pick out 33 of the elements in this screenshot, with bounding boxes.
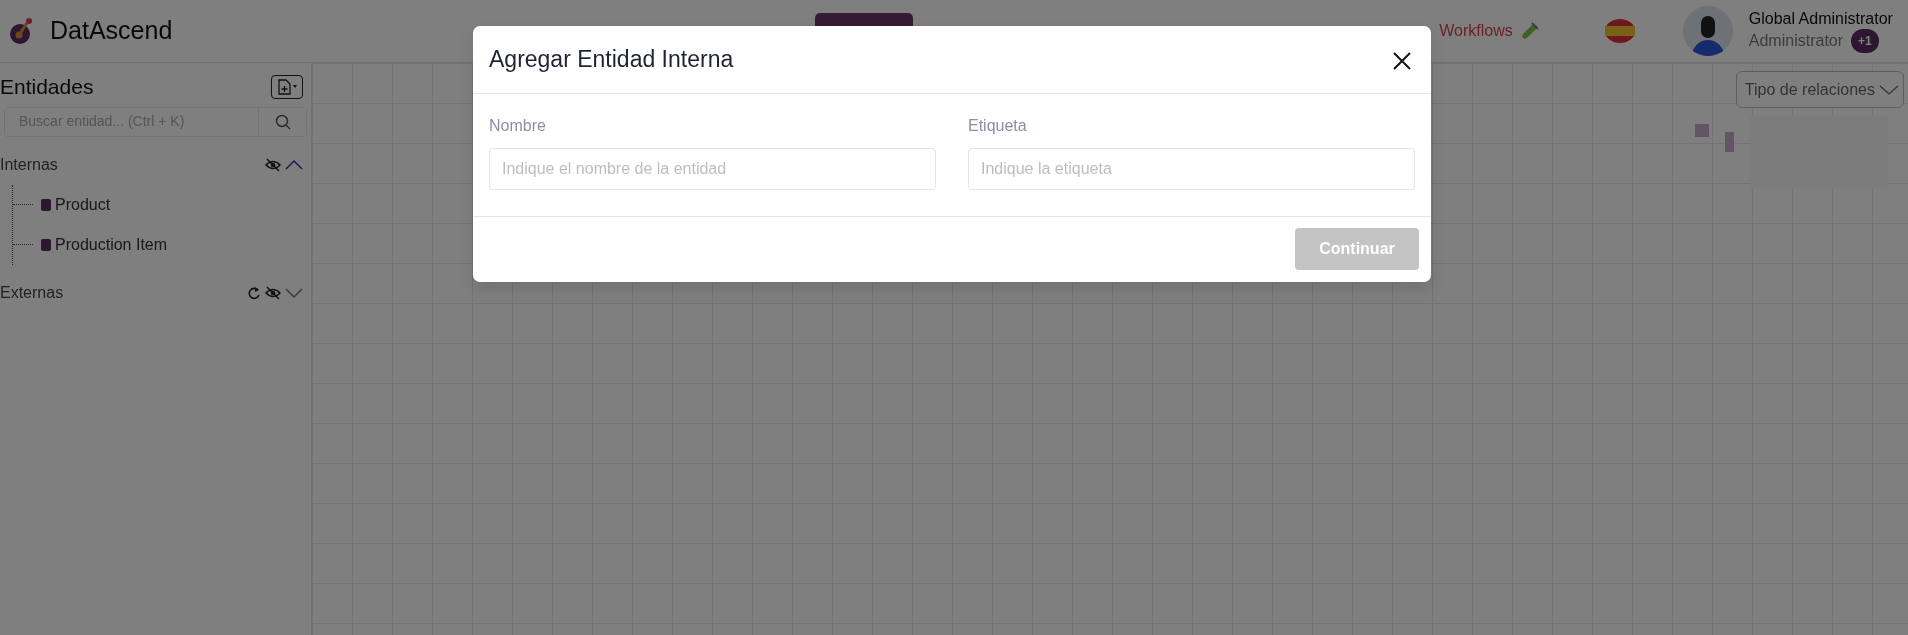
file-plus-icon	[276, 78, 298, 95]
chevron-down-icon[interactable]	[285, 286, 303, 299]
count-badge: +1	[1851, 28, 1879, 53]
group-label[interactable]: Internas	[0, 152, 58, 177]
hidden-icon[interactable]	[265, 156, 281, 173]
node-marker	[1725, 132, 1734, 152]
app-name: DatAscend	[50, 15, 173, 47]
tree-item[interactable]: Product	[55, 192, 111, 217]
user-role: Administrator	[1748, 30, 1844, 51]
tree-item[interactable]: Production Item	[55, 232, 168, 257]
nav-link[interactable]: Workflows	[1439, 19, 1513, 43]
entity-marker	[41, 198, 51, 211]
logo-icon	[8, 17, 34, 45]
sidebar-title: Entidades	[0, 74, 94, 100]
chevron-up-icon[interactable]	[285, 158, 303, 171]
chevron-down-icon	[1879, 83, 1899, 96]
relation-type-dropdown[interactable]: Tipo de relaciones	[1735, 71, 1904, 108]
search-button[interactable]	[258, 107, 306, 136]
group-label[interactable]: Externas	[0, 280, 64, 305]
hidden-icon[interactable]	[265, 284, 281, 301]
input-field[interactable]: Indique la etiqueta	[968, 148, 1415, 190]
node-marker	[1695, 124, 1709, 137]
user-name: Global Administrator	[1748, 9, 1893, 29]
flag-icon[interactable]	[1604, 18, 1635, 44]
entity-marker	[41, 238, 51, 251]
search-icon	[274, 113, 291, 130]
avatar[interactable]	[1682, 6, 1733, 56]
field-label: Nombre	[489, 116, 547, 136]
refresh-icon[interactable]	[246, 284, 261, 301]
input-field[interactable]: Indique el nombre de la entidad	[489, 148, 936, 190]
test-tube-icon	[1520, 22, 1539, 40]
field-label: Etiqueta	[968, 116, 1028, 136]
add-file-button[interactable]	[271, 74, 303, 99]
